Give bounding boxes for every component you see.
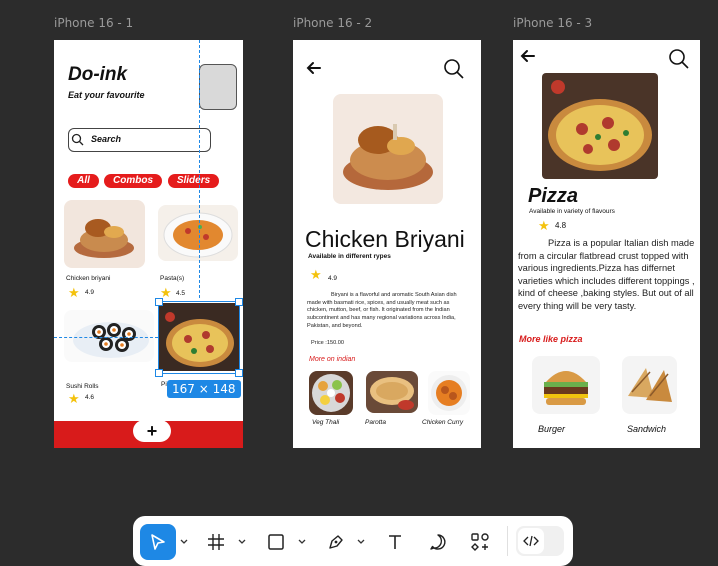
filter-combos[interactable]: Combos	[104, 174, 162, 188]
resize-handle[interactable]	[235, 298, 243, 306]
item-name-pizza: Pi	[161, 381, 167, 388]
move-tool-icon[interactable]	[140, 524, 176, 560]
dish-rating: 4.8	[555, 221, 567, 230]
dish-subtitle: Available in variety of flavours	[529, 208, 615, 215]
pizza-hero-image	[542, 73, 658, 179]
star-icon: ★	[538, 218, 550, 233]
dish-title: Pizza	[528, 185, 579, 207]
more-item-veg-thali: Veg Thali	[312, 419, 340, 426]
frame-label-1[interactable]: iPhone 16 - 1	[54, 16, 133, 30]
search-icon[interactable]	[668, 48, 690, 70]
filter-all[interactable]: All	[68, 174, 99, 188]
iphone-frame-2[interactable]: Chicken Briyani Available in different r…	[293, 40, 481, 448]
burger-image[interactable]	[532, 356, 600, 414]
pen-tool-icon[interactable]	[322, 528, 350, 556]
dish-subtitle: Available in different rypes	[308, 253, 391, 260]
pasta-image[interactable]	[158, 205, 238, 261]
dish-description: Pizza is a popular Italian dish made fro…	[518, 238, 695, 311]
chicken-biryani-image[interactable]	[64, 200, 145, 268]
more-section-label[interactable]: More on indian	[309, 356, 355, 363]
chevron-down-icon[interactable]	[180, 538, 188, 546]
selection-box[interactable]	[158, 301, 240, 374]
rating-pasta: 4.5	[176, 290, 186, 297]
sandwich-image[interactable]	[622, 356, 677, 414]
app-title: Do-ink	[68, 64, 128, 85]
search-placeholder: Search	[91, 134, 122, 144]
star-icon: ★	[310, 267, 322, 282]
more-item-burger: Burger	[538, 424, 566, 434]
dish-description: Biryani is a flavorful and aromatic Sout…	[307, 292, 457, 329]
item-name-pasta: Pasta(s)	[160, 275, 185, 282]
chicken-biryani-hero-image	[333, 94, 443, 204]
back-arrow-icon[interactable]	[520, 48, 536, 64]
comment-tool-icon[interactable]	[424, 528, 452, 556]
dish-rating: 4.9	[328, 275, 338, 282]
dev-mode-toggle[interactable]	[516, 526, 564, 556]
chevron-down-icon[interactable]	[357, 538, 365, 546]
parotta-image[interactable]	[366, 371, 418, 413]
veg-thali-image[interactable]	[309, 371, 353, 415]
components-icon[interactable]	[466, 528, 494, 556]
sushi-image[interactable]	[64, 310, 154, 362]
frame-tool-icon[interactable]	[202, 528, 230, 556]
resize-handle[interactable]	[235, 369, 243, 377]
add-button[interactable]: +	[133, 420, 171, 442]
dish-price: Price :150.00	[311, 340, 344, 346]
search-input[interactable]: Search	[68, 128, 211, 152]
chicken-curry-image[interactable]	[428, 371, 470, 415]
design-toolbar	[133, 516, 573, 566]
filter-sliders[interactable]: Sliders	[168, 174, 219, 188]
more-section-label[interactable]: More like pizza	[519, 334, 583, 344]
rating-biryani: 4.9	[85, 289, 95, 296]
guide-line-horizontal	[54, 337, 158, 338]
item-name-biryani: Chicken briyani	[66, 275, 111, 282]
more-item-chicken-curry: Chicken Curry	[422, 419, 464, 426]
dish-title: Chicken Briyani	[305, 226, 465, 252]
back-arrow-icon[interactable]	[306, 60, 322, 76]
star-icon: ★	[68, 391, 80, 406]
search-icon[interactable]	[443, 58, 465, 80]
guide-line-vertical	[199, 40, 200, 298]
text-tool-icon[interactable]	[381, 528, 409, 556]
dimension-badge: 167 × 148	[167, 380, 241, 398]
profile-placeholder[interactable]	[199, 64, 237, 110]
search-icon	[71, 133, 84, 146]
more-item-sandwich: Sandwich	[627, 424, 667, 434]
star-icon: ★	[68, 285, 80, 300]
frame-label-2[interactable]: iPhone 16 - 2	[293, 16, 372, 30]
frame-label-3[interactable]: iPhone 16 - 3	[513, 16, 592, 30]
iphone-frame-3[interactable]: Pizza Available in variety of flavours ★…	[513, 40, 700, 448]
rating-sushi: 4.6	[85, 394, 95, 401]
app-subtitle: Eat your favourite	[68, 90, 145, 100]
toolbar-divider	[507, 526, 508, 556]
chevron-down-icon[interactable]	[298, 538, 306, 546]
dev-mode-icon	[518, 528, 544, 554]
chevron-down-icon[interactable]	[238, 538, 246, 546]
more-item-parotta: Parotta	[365, 419, 386, 426]
rectangle-tool-icon[interactable]	[262, 528, 290, 556]
resize-handle[interactable]	[155, 298, 163, 306]
item-name-sushi: Sushi Rolls	[66, 383, 99, 390]
resize-handle[interactable]	[155, 369, 163, 377]
